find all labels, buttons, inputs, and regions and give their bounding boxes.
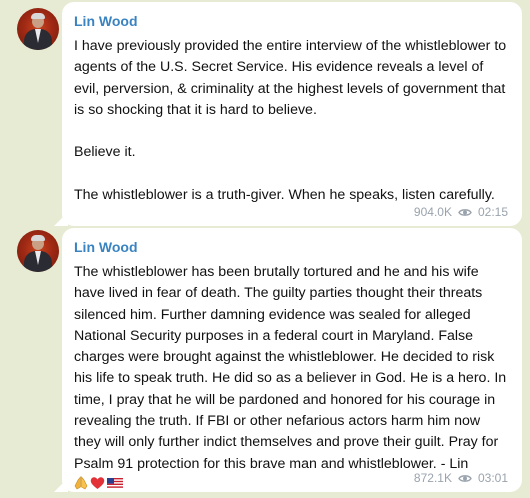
message-time: 02:15	[477, 205, 508, 219]
message-time: 03:01	[477, 471, 508, 485]
eye-icon	[458, 474, 472, 482]
message-text: The whistleblower has been brutally tort…	[74, 262, 510, 475]
message-meta: 904.0K 02:15	[414, 205, 508, 219]
message-meta: 872.1K 03:01	[414, 471, 508, 485]
us-flag-emoji	[107, 477, 123, 488]
message-bubble: Lin Wood The whistleblower has been brut…	[62, 228, 522, 492]
folded-hands-emoji	[74, 476, 88, 490]
eye-icon	[458, 208, 472, 216]
avatar[interactable]	[17, 8, 59, 50]
avatar[interactable]	[17, 230, 59, 272]
author-name[interactable]: Lin Wood	[74, 12, 510, 30]
emoji-row	[74, 476, 123, 490]
red-heart-emoji	[90, 477, 105, 489]
view-count: 872.1K	[413, 471, 452, 485]
bubble-tail	[54, 212, 68, 226]
message-bubble: Lin Wood I have previously provided the …	[62, 2, 522, 226]
bubble-tail	[54, 478, 68, 492]
view-count: 904.0K	[413, 205, 452, 219]
author-name[interactable]: Lin Wood	[74, 238, 510, 256]
message-text-body: The whistleblower has been brutally tort…	[74, 264, 511, 472]
message-text: I have previously provided the entire in…	[74, 38, 507, 204]
